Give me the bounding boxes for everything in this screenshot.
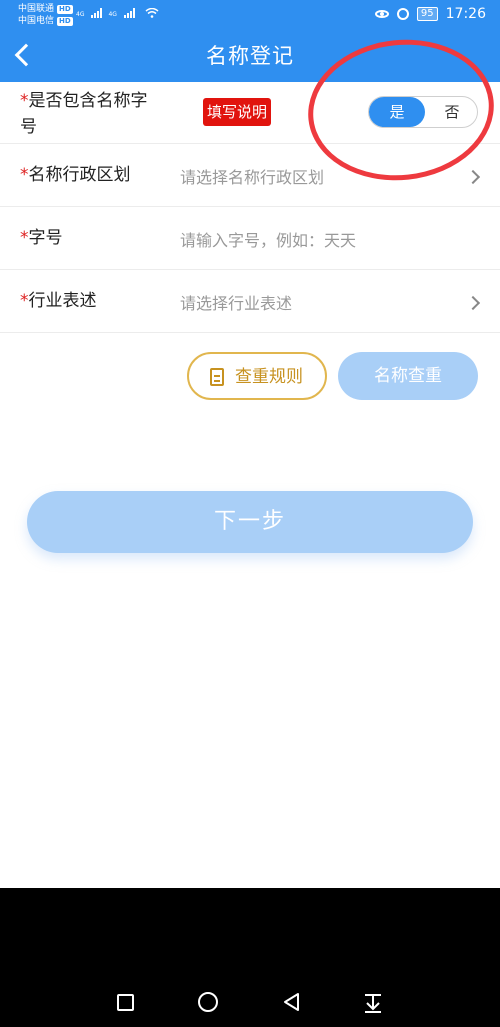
duplicate-rules-label: 查重规则 xyxy=(235,367,303,387)
hd-badge-icon: HD xyxy=(57,16,73,26)
next-step-button[interactable]: 下一步 xyxy=(27,491,473,553)
network-type-2: 4G xyxy=(108,11,117,18)
recents-icon[interactable] xyxy=(117,994,134,1011)
industry-row[interactable]: *行业表述 请选择行业表述 xyxy=(0,270,500,333)
back-triangle-icon[interactable] xyxy=(282,992,300,1012)
status-right: 95 17:26 xyxy=(374,6,486,22)
industry-select[interactable]: 请选择行业表述 xyxy=(180,290,292,314)
industry-label: *行业表述 xyxy=(20,291,97,311)
eye-comfort-icon xyxy=(374,10,389,18)
trade-name-row: *字号 请输入字号，例如：天天 xyxy=(0,207,500,270)
clock: 17:26 xyxy=(445,6,486,22)
region-select[interactable]: 请选择名称行政区划 xyxy=(180,164,324,188)
system-nav-bar xyxy=(0,888,500,1027)
region-label: *名称行政区划 xyxy=(20,165,131,185)
carrier-info: 中国联通 HD 中国电信 HD xyxy=(18,3,73,27)
notification-pull-icon[interactable] xyxy=(362,992,384,1014)
status-bar: 中国联通 HD 中国电信 HD 4G 4G 95 17:26 xyxy=(0,0,500,30)
document-icon xyxy=(210,368,224,386)
network-type: 4G xyxy=(76,11,85,18)
carrier-1: 中国联通 xyxy=(18,4,55,14)
chevron-right-icon xyxy=(465,295,481,311)
signal-icon-2 xyxy=(123,8,135,18)
signal-indicators: 4G 4G xyxy=(76,8,159,18)
wifi-icon xyxy=(145,8,159,18)
home-icon[interactable] xyxy=(198,992,218,1012)
carrier-2: 中国电信 xyxy=(18,16,55,26)
trade-name-input[interactable]: 请输入字号，例如：天天 xyxy=(180,227,356,251)
name-check-button[interactable]: 名称查重 xyxy=(338,352,478,400)
fill-instructions-tag[interactable]: 填写说明 xyxy=(203,98,271,126)
hd-badge-icon: HD xyxy=(57,4,73,14)
chevron-right-icon xyxy=(465,169,481,185)
trade-name-label: *字号 xyxy=(20,228,63,248)
battery-icon: 95 xyxy=(416,7,438,21)
duplicate-rules-button[interactable]: 查重规则 xyxy=(187,352,327,400)
signal-icon xyxy=(91,8,103,18)
include-name-label: *是否包含名称字号 xyxy=(20,91,148,137)
alarm-icon xyxy=(396,8,409,20)
